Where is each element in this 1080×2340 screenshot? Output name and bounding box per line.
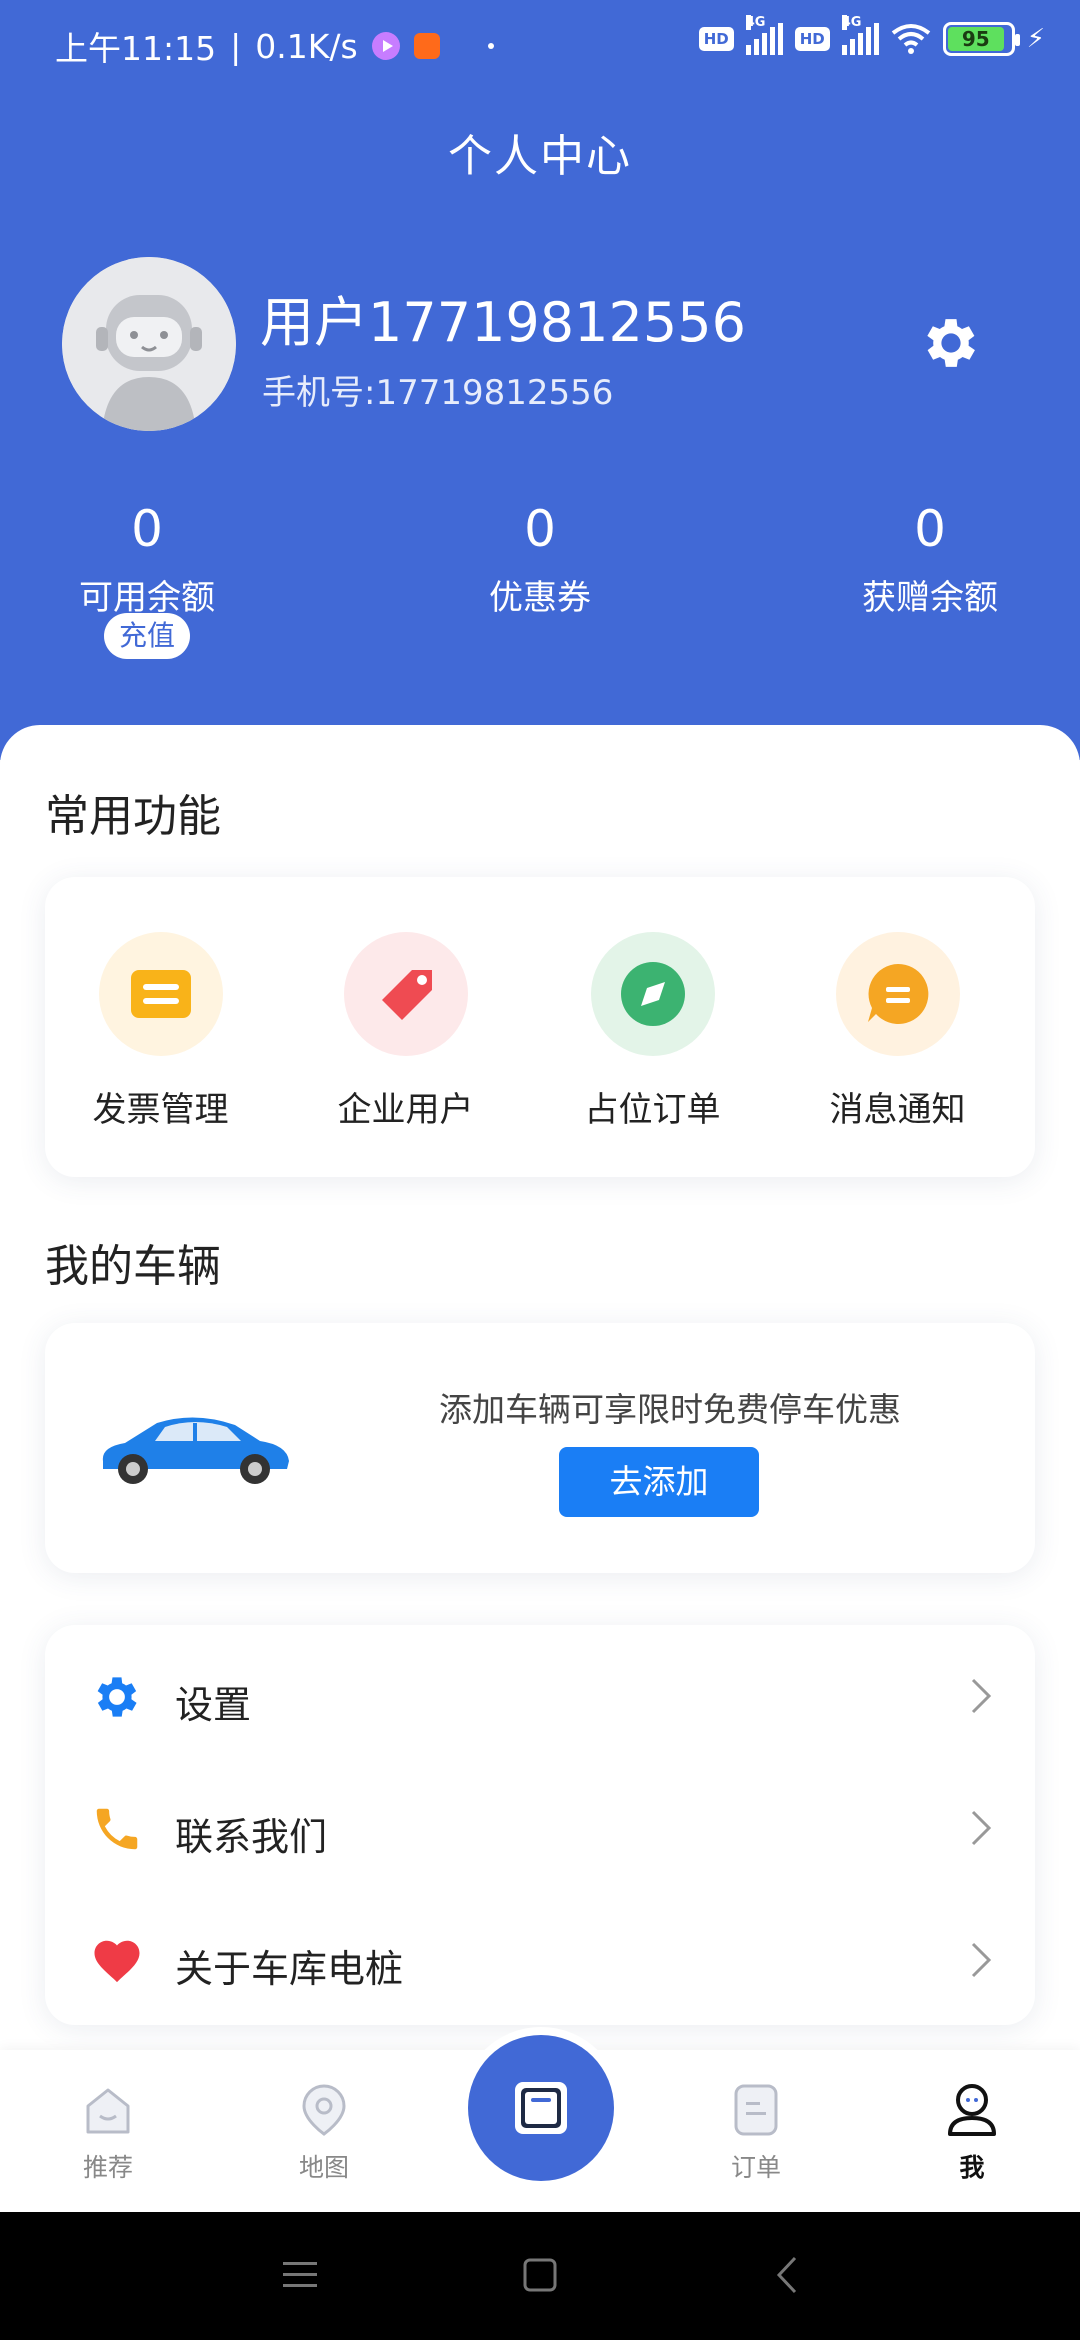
menu-item-about[interactable]: 关于车库电桩 <box>45 1894 1035 2026</box>
menu-item-contact[interactable]: 联系我们 <box>45 1762 1035 1894</box>
battery-icon: 95 <box>942 22 1020 56</box>
wifi-icon <box>891 24 930 54</box>
nav-map[interactable]: 地图 <box>254 2080 394 2184</box>
stat-coupons-value: 0 <box>524 500 556 558</box>
add-vehicle-button[interactable]: 去添加 <box>559 1447 759 1517</box>
chevron-right-icon <box>971 1678 992 1714</box>
menu-about-label: 关于车库电桩 <box>175 1947 404 1991</box>
menu-card: 设置 联系我们 关于车库电桩 <box>45 1625 1035 2025</box>
vehicle-card: 添加车辆可享限时免费停车优惠 去添加 <box>45 1323 1035 1573</box>
invoice-icon <box>98 932 223 1056</box>
chevron-right-icon <box>971 1942 992 1978</box>
stat-gift-label: 获赠余额 <box>862 578 998 618</box>
nav-orders-label: 订单 <box>730 2153 781 2182</box>
status-divider: | <box>230 26 242 66</box>
hd-icon-2: HD <box>794 27 830 51</box>
phone-icon <box>96 1808 138 1850</box>
func-enterprise-label: 企业用户 <box>337 1090 474 1130</box>
chevron-right-icon <box>971 1810 992 1846</box>
home-square-icon[interactable] <box>515 2250 565 2300</box>
order-icon <box>734 2084 778 2136</box>
common-functions-card: 发票管理 企业用户 占位订单 消息通知 <box>45 877 1035 1177</box>
stat-balance-label: 可用余额 <box>79 578 215 618</box>
stat-coupons-label: 优惠券 <box>489 578 591 618</box>
network-type-label-2: 4G <box>841 15 862 30</box>
hd-icon: HD <box>698 27 734 51</box>
nav-orders[interactable]: 订单 <box>686 2080 826 2184</box>
stat-gift-value: 0 <box>914 500 946 558</box>
user-name: 用户17719812556 <box>260 291 746 354</box>
func-messages-label: 消息通知 <box>829 1090 966 1130</box>
common-functions-title: 常用功能 <box>45 791 221 842</box>
signal-icon-2: 4G <box>841 15 879 55</box>
func-invoice[interactable]: 发票管理 <box>38 932 283 1131</box>
recharge-button[interactable]: 充值 <box>104 613 190 659</box>
stat-coupons[interactable]: 0 优惠券 <box>390 500 690 619</box>
nav-map-label: 地图 <box>298 2153 349 2182</box>
menu-contact-label: 联系我们 <box>175 1815 328 1859</box>
avatar[interactable] <box>62 257 236 431</box>
signal-icon: 4G <box>745 15 783 55</box>
home-icon <box>86 2088 130 2134</box>
nav-recommend-label: 推荐 <box>82 2153 133 2182</box>
func-enterprise[interactable]: 企业用户 <box>283 932 528 1131</box>
nav-scan-button[interactable] <box>468 2035 614 2181</box>
tag-icon <box>343 932 468 1056</box>
robot-avatar-icon <box>62 257 236 431</box>
settings-gear-icon[interactable] <box>918 310 984 376</box>
menu-settings-label: 设置 <box>175 1683 252 1727</box>
map-pin-icon <box>302 2084 346 2136</box>
stat-balance[interactable]: 0 可用余额 <box>0 500 297 619</box>
app-notification-icon <box>413 33 440 59</box>
func-messages[interactable]: 消息通知 <box>775 932 1020 1131</box>
media-play-icon <box>371 32 400 60</box>
content-panel: 常用功能 发票管理 企业用户 占位订单 消息通知 我的车辆 添加车辆可享限时免费… <box>0 725 1080 2145</box>
car-icon <box>102 1417 289 1484</box>
status-left: 上午11:15 | 0.1K/s <box>55 22 494 70</box>
user-icon <box>948 2084 996 2136</box>
charging-icon: ⚡ <box>1026 24 1045 54</box>
vehicle-promo-text: 添加车辆可享限时免费停车优惠 <box>439 1390 901 1429</box>
status-time: 上午11:15 <box>55 29 217 68</box>
compass-icon <box>590 932 715 1056</box>
profile-header: 上午11:15 | 0.1K/s HD 4G HD 4G 95 ⚡ 个人中心 用… <box>0 0 1080 760</box>
gear-icon <box>97 1677 137 1717</box>
vehicles-title: 我的车辆 <box>45 1241 221 1292</box>
battery-level: 95 <box>947 27 1004 51</box>
func-reservation-label: 占位订单 <box>584 1090 721 1130</box>
stat-balance-value: 0 <box>131 500 163 558</box>
func-invoice-label: 发票管理 <box>92 1090 229 1130</box>
network-type-label: 4G <box>745 15 766 30</box>
menu-icon[interactable] <box>275 2250 325 2300</box>
nav-me[interactable]: 我 <box>902 2080 1042 2184</box>
system-nav-bar <box>0 2212 1080 2340</box>
nav-me-label: 我 <box>959 2153 985 2182</box>
heart-icon <box>94 1940 140 1983</box>
user-phone: 手机号:17719812556 <box>262 373 614 413</box>
scan-icon <box>515 2082 567 2134</box>
status-bar: 上午11:15 | 0.1K/s HD 4G HD 4G 95 ⚡ <box>0 0 1080 95</box>
bottom-nav: 推荐 地图 订单 我 <box>0 2035 1080 2212</box>
stat-gift-balance[interactable]: 0 获赠余额 <box>780 500 1080 619</box>
back-icon[interactable] <box>765 2250 815 2300</box>
menu-item-settings[interactable]: 设置 <box>45 1630 1035 1762</box>
status-right: HD 4G HD 4G 95 ⚡ <box>698 15 1045 56</box>
network-speed: 0.1K/s <box>255 26 358 66</box>
notification-dot-icon <box>487 43 494 49</box>
nav-recommend[interactable]: 推荐 <box>38 2080 178 2184</box>
message-icon <box>835 932 960 1056</box>
func-reservation[interactable]: 占位订单 <box>530 932 775 1131</box>
page-title: 个人中心 <box>448 131 632 182</box>
